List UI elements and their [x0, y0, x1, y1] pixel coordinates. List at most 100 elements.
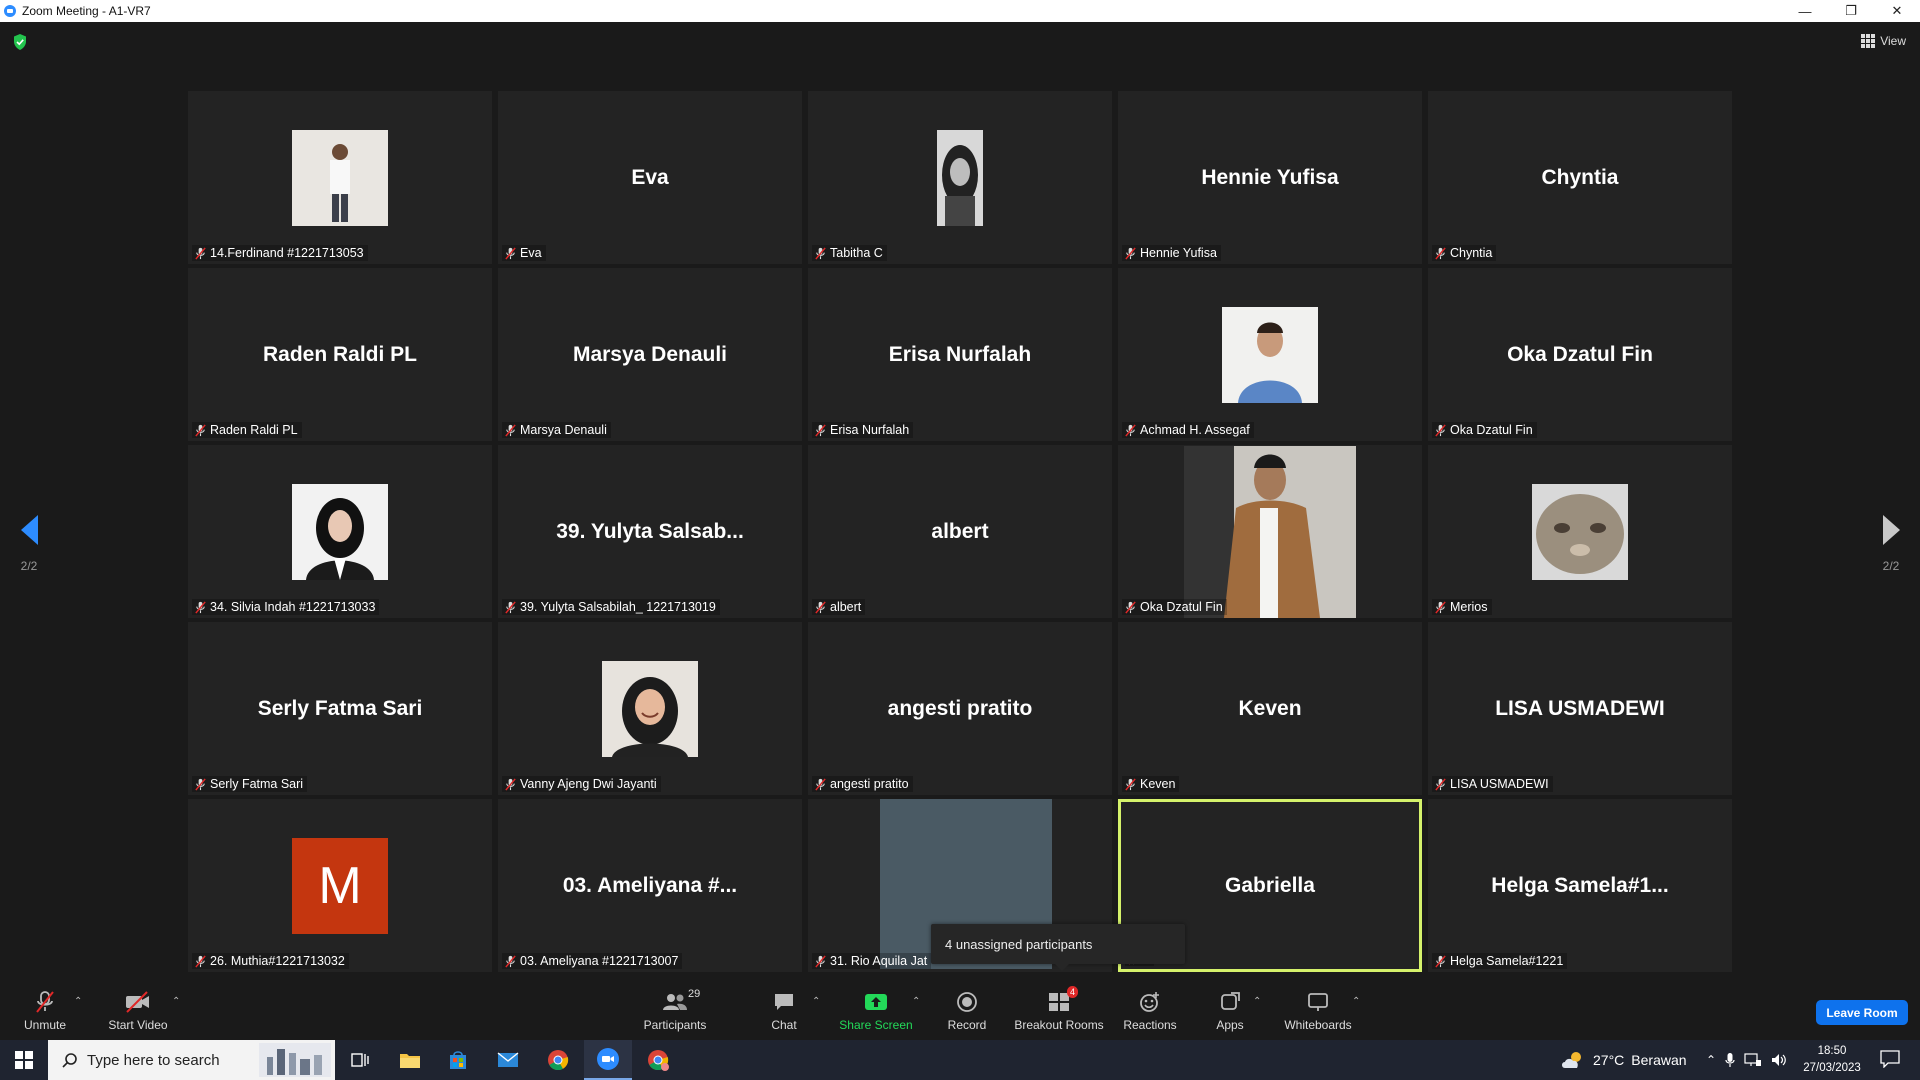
unmute-button[interactable]: Unmute [20, 982, 70, 1040]
whiteboard-options-caret[interactable]: ⌃ [1352, 996, 1360, 1007]
participant-tile[interactable]: Oka Dzatul Fin [1118, 445, 1422, 618]
taskbar-clock[interactable]: 18:50 27/03/2023 [1800, 1043, 1864, 1077]
participant-tile[interactable]: 03. Ameliyana #... 03. Ameliyana #1221713… [498, 799, 802, 972]
participant-name-label: Helga Samela#1221 [1432, 953, 1568, 969]
weather-widget[interactable]: 27°C Berawan [1560, 1040, 1687, 1080]
participant-tile[interactable]: Tabitha C [808, 91, 1112, 264]
participant-tile[interactable]: angesti pratito angesti pratito [808, 622, 1112, 795]
participant-name-label: Tabitha C [812, 245, 887, 261]
participant-tile[interactable]: Erisa Nurfalah Erisa Nurfalah [808, 268, 1112, 441]
chrome-button[interactable] [534, 1040, 582, 1080]
record-button[interactable]: Record [942, 982, 992, 1040]
participant-name-label: LISA USMADEWI [1432, 776, 1553, 792]
participant-tile[interactable]: Oka Dzatul Fin Oka Dzatul Fin [1428, 268, 1732, 441]
video-gallery: 14.Ferdinand #1221713053 Eva Eva Tabitha C H… [188, 91, 1734, 997]
participant-tile[interactable]: albert albert [808, 445, 1112, 618]
participant-name: Serly Fatma Sari [210, 777, 304, 791]
share-screen-label: Share Screen [839, 1017, 913, 1032]
participant-tile[interactable]: Eva Eva [498, 91, 802, 264]
close-button[interactable]: ✕ [1874, 0, 1920, 22]
apps-options-caret[interactable]: ⌃ [1253, 996, 1261, 1007]
chrome-profile-button[interactable] [634, 1040, 682, 1080]
zoom-app-icon [597, 1048, 619, 1070]
participants-button[interactable]: 29 Participants [640, 982, 710, 1040]
reactions-label: Reactions [1123, 1017, 1177, 1032]
chat-button[interactable]: Chat [764, 982, 804, 1040]
participant-photo [1532, 483, 1628, 580]
reactions-icon [1139, 991, 1161, 1013]
zoom-taskbar-button[interactable] [584, 1040, 632, 1080]
participant-tile[interactable]: 39. Yulyta Salsab... 39. Yulyta Salsabila… [498, 445, 802, 618]
participant-tile[interactable]: Chyntia Chyntia [1428, 91, 1732, 264]
participant-tile[interactable]: Merios [1428, 445, 1732, 618]
participant-name-label: Erisa Nurfalah [812, 422, 914, 438]
search-icon [62, 1053, 77, 1068]
prev-page-button[interactable]: 2/2 [14, 515, 44, 573]
participant-tile[interactable]: 14.Ferdinand #1221713053 [188, 91, 492, 264]
participant-tile[interactable]: Serly Fatma Sari Serly Fatma Sari [188, 622, 492, 795]
whiteboards-button[interactable]: Whiteboards [1282, 982, 1354, 1040]
breakout-rooms-button[interactable]: 4 Breakout Rooms [1012, 982, 1106, 1040]
mic-muted-icon [1124, 423, 1137, 437]
participant-photo [937, 129, 983, 226]
leave-room-button[interactable]: Leave Room [1816, 1000, 1908, 1025]
participant-tile[interactable]: 34. Silvia Indah #1221713033 [188, 445, 492, 618]
mic-muted-icon [1434, 423, 1447, 437]
apps-button[interactable]: Apps [1210, 982, 1250, 1040]
participant-name-label: Hennie Yufisa [1122, 245, 1221, 261]
chat-options-caret[interactable]: ⌃ [812, 996, 820, 1007]
view-button[interactable]: View [1861, 34, 1906, 48]
restore-button[interactable]: ❐ [1828, 0, 1874, 22]
notification-icon[interactable] [1880, 1050, 1900, 1068]
participant-tile[interactable]: Hennie Yufisa Hennie Yufisa [1118, 91, 1422, 264]
participant-name-label: Keven [1122, 776, 1180, 792]
whiteboard-icon [1307, 991, 1329, 1013]
zoom-logo-icon [4, 5, 16, 17]
microsoft-store-button[interactable] [434, 1040, 482, 1080]
start-button[interactable] [0, 1040, 48, 1080]
folder-icon [400, 1054, 420, 1068]
mail-button[interactable] [484, 1040, 532, 1080]
participant-tile[interactable]: Achmad H. Assegaf [1118, 268, 1422, 441]
taskbar-search[interactable]: Type here to search [48, 1040, 335, 1080]
start-video-button[interactable]: Start Video [106, 982, 170, 1040]
participant-name-label: 39. Yulyta Salsabilah_ 1221713019 [502, 599, 720, 615]
audio-options-caret[interactable]: ⌃ [74, 996, 82, 1007]
participant-avatar: M [292, 837, 388, 934]
participant-display-name: Oka Dzatul Fin [1507, 342, 1653, 366]
participant-photo [1184, 445, 1356, 618]
share-options-caret[interactable]: ⌃ [912, 996, 920, 1007]
participant-display-name: Serly Fatma Sari [257, 696, 423, 720]
file-explorer-button[interactable] [386, 1040, 434, 1080]
shield-icon[interactable] [12, 33, 28, 51]
volume-icon[interactable] [1771, 1053, 1787, 1067]
mic-muted-icon [814, 600, 827, 614]
video-off-icon [124, 990, 152, 1013]
microphone-icon[interactable] [1725, 1052, 1735, 1068]
record-icon [956, 991, 978, 1013]
reactions-button[interactable]: Reactions [1122, 982, 1178, 1040]
participant-tile[interactable]: Keven Keven [1118, 622, 1422, 795]
participant-tile[interactable]: Raden Raldi PL Raden Raldi PL [188, 268, 492, 441]
mic-muted-icon [194, 423, 207, 437]
mic-muted-icon [504, 246, 517, 260]
video-options-caret[interactable]: ⌃ [172, 996, 180, 1007]
participant-name: Chyntia [1450, 246, 1493, 260]
view-label: View [1880, 34, 1906, 48]
network-icon[interactable] [1744, 1053, 1762, 1067]
tray-expand-icon[interactable]: ⌃ [1706, 1053, 1716, 1067]
participant-tile[interactable]: Helga Samela#1... Helga Samela#1221 [1428, 799, 1732, 972]
participant-name: Tabitha C [830, 246, 883, 260]
participant-tile[interactable]: LISA USMADEWI LISA USMADEWI [1428, 622, 1732, 795]
participant-tile[interactable]: Vanny Ajeng Dwi Jayanti [498, 622, 802, 795]
participant-tile[interactable]: M 26. Muthia#1221713032 [188, 799, 492, 972]
minimize-button[interactable]: — [1782, 0, 1828, 22]
mic-muted-icon [504, 777, 517, 791]
next-page-button[interactable]: 2/2 [1876, 515, 1906, 573]
participant-tile[interactable]: Marsya Denauli Marsya Denauli [498, 268, 802, 441]
participant-name-label: 31. Rio Aquila Jat [812, 953, 932, 969]
mic-muted-icon [194, 777, 207, 791]
task-view-button[interactable] [336, 1040, 384, 1080]
share-screen-button[interactable]: Share Screen [836, 982, 916, 1040]
store-icon [450, 1051, 466, 1069]
